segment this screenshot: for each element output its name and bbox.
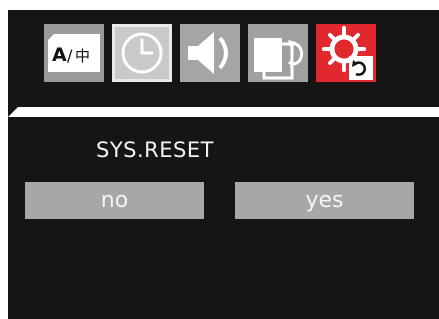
page-title: SYS.RESET [96, 138, 214, 162]
tab-language[interactable]: A / 中 [44, 24, 104, 82]
speaker-icon [188, 32, 228, 74]
svg-text:/: / [67, 46, 73, 65]
tab-input[interactable] [248, 24, 308, 82]
tab-clock[interactable] [112, 24, 172, 82]
header-divider [8, 107, 439, 117]
input-switch-icon [254, 38, 304, 80]
language-icon: A / 中 [48, 34, 100, 72]
tab-reset[interactable] [316, 24, 376, 82]
svg-text:中: 中 [75, 47, 90, 65]
clock-icon [121, 32, 163, 74]
reset-gear-icon [322, 26, 373, 80]
yes-button[interactable]: yes [235, 182, 414, 219]
no-label: no [100, 188, 129, 213]
tab-audio[interactable] [180, 24, 240, 82]
yes-label: yes [305, 188, 344, 213]
svg-text:A: A [52, 44, 67, 66]
no-button[interactable]: no [25, 182, 204, 219]
